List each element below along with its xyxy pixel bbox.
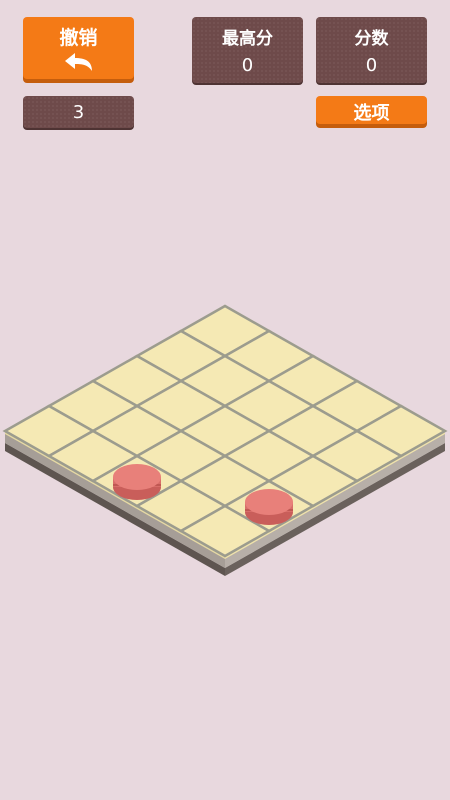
board-tiles [2,304,448,558]
game-piece [245,489,293,525]
game-piece-top [245,489,293,515]
game-piece-top [113,464,161,490]
game-board[interactable] [0,0,450,800]
game-piece [113,464,161,500]
game-screen: 撤销 3 最高分 0 分数 0 选项 [0,0,450,800]
